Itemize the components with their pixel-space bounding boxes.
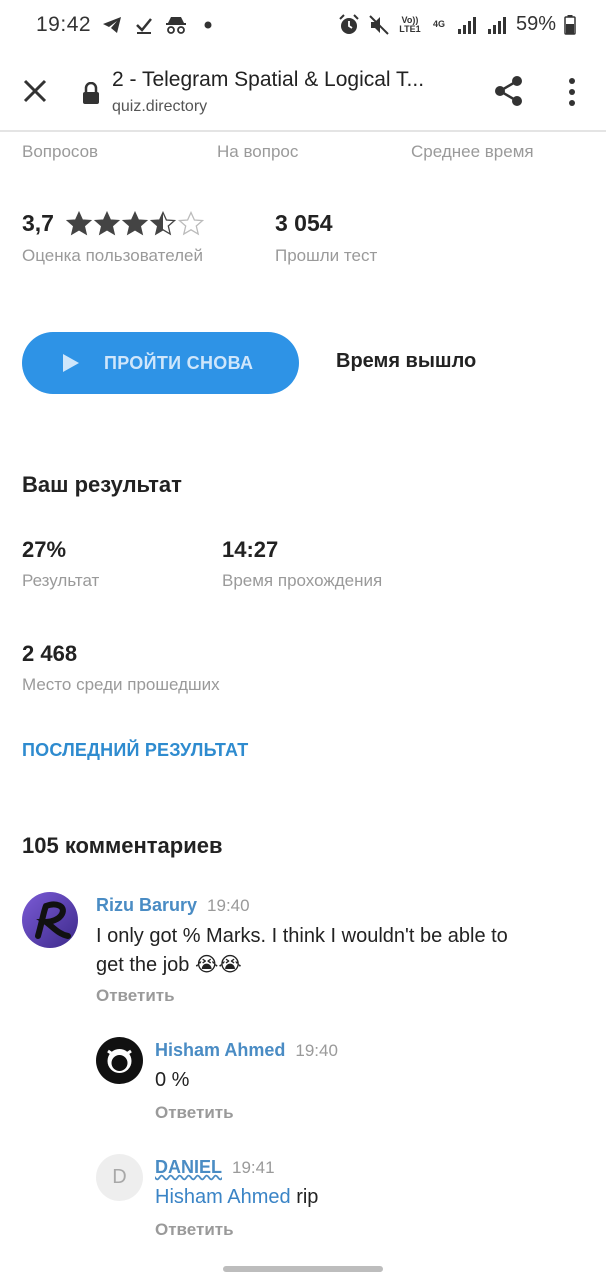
play-icon [63,354,79,372]
avatar[interactable] [22,892,78,948]
telegram-icon [101,14,123,36]
star-icon[interactable] [66,210,93,237]
comment-author-name[interactable]: Hisham Ahmed [155,1040,285,1060]
lte-label: LTE1 [399,23,421,34]
comment-text: 0 % [155,1069,190,1091]
user-rating: 3,7 [22,210,205,237]
score-value: 27% [22,537,67,562]
rating-stars[interactable] [66,210,205,237]
star-icon[interactable] [178,210,205,237]
per-question-label: На вопрос [217,142,299,161]
time-over-text: Время вышло [336,350,477,372]
alarm-icon [338,13,360,36]
page-title[interactable]: 2 - Telegram Spatial & Logical T... [112,68,472,92]
battery-icon [564,14,576,36]
star-icon[interactable] [94,210,121,237]
more-vert-icon[interactable] [562,76,582,108]
time-value: 14:27 [222,537,279,562]
data-type: 4G [432,19,445,29]
passed-count: 3 054 [275,210,333,236]
comment-author[interactable]: Rizu Barury 19:40 [96,895,250,916]
status-bar: 19:42 Vo)) LTE1 4G 59% [0,0,606,50]
avatar-face-icon [107,1049,132,1073]
page-url[interactable]: quiz.directory [112,98,207,116]
place-label: Место среди прошедших [22,675,220,694]
result-heading: Ваш результат [22,472,182,497]
incognito-icon [165,14,187,36]
retry-label: ПРОЙТИ СНОВА [104,352,254,373]
comment-text-body: rip [296,1186,319,1208]
avatar-r-logo [35,901,71,939]
close-icon[interactable] [20,76,50,106]
score-label: Результат [22,571,100,590]
passed-label: Прошли тест [275,246,378,265]
comment-mention[interactable]: Hisham Ahmed [155,1186,291,1208]
comment-time: 19:40 [295,1041,338,1060]
notification-dot-icon [197,14,219,36]
comment-text: Hisham Ahmed rip [155,1183,318,1212]
mute-icon [368,14,390,36]
comment-author[interactable]: Hisham Ahmed 19:40 [155,1040,338,1061]
comment-text-line: I only got % Marks. I think I wouldn't b… [96,925,508,947]
last-result-link[interactable]: ПОСЛЕДНИЙ РЕЗУЛЬТАТ [22,740,248,761]
browser-toolbar: 2 - Telegram Spatial & Logical T... quiz… [0,50,606,132]
signal-icon [456,14,478,36]
reply-button[interactable]: Ответить [155,1220,234,1240]
share-icon[interactable] [492,74,526,108]
time-label: Время прохождения [222,571,383,590]
status-right: Vo)) LTE1 4G 59% [338,13,576,36]
comment-author[interactable]: DANIEL 19:41 [155,1157,275,1178]
comment-text: I only got % Marks. I think I wouldn't b… [96,922,576,980]
comment-time: 19:40 [207,896,250,915]
check-icon [133,14,155,36]
star-icon[interactable] [150,210,177,237]
battery-percent: 59% [515,13,556,35]
comment-author-name[interactable]: DANIEL [155,1157,222,1177]
reply-button[interactable]: Ответить [96,986,175,1006]
volte-indicator: Vo)) LTE1 [398,14,422,36]
questions-label: Вопросов [22,142,99,161]
clock: 19:42 [36,13,92,36]
rating-value: 3,7 [22,210,54,236]
avatar-letter[interactable]: D [96,1154,143,1201]
star-icon[interactable] [122,210,149,237]
signal-icon-2 [486,14,508,36]
lock-icon[interactable] [82,82,100,104]
comment-author-name[interactable]: Rizu Barury [96,895,197,915]
average-time-label: Среднее время [411,142,534,161]
home-indicator[interactable] [223,1266,383,1272]
reply-button[interactable]: Ответить [155,1103,234,1123]
comments-heading: 105 комментариев [22,833,223,858]
place-value: 2 468 [22,641,78,666]
rating-label: Оценка пользователей [22,246,203,265]
status-left: 19:42 [36,13,219,37]
comment-time: 19:41 [232,1158,275,1177]
avatar[interactable] [96,1037,143,1084]
comment-text-line: get the job 😭😭 [96,954,242,976]
retry-button[interactable]: ПРОЙТИ СНОВА [22,332,299,394]
